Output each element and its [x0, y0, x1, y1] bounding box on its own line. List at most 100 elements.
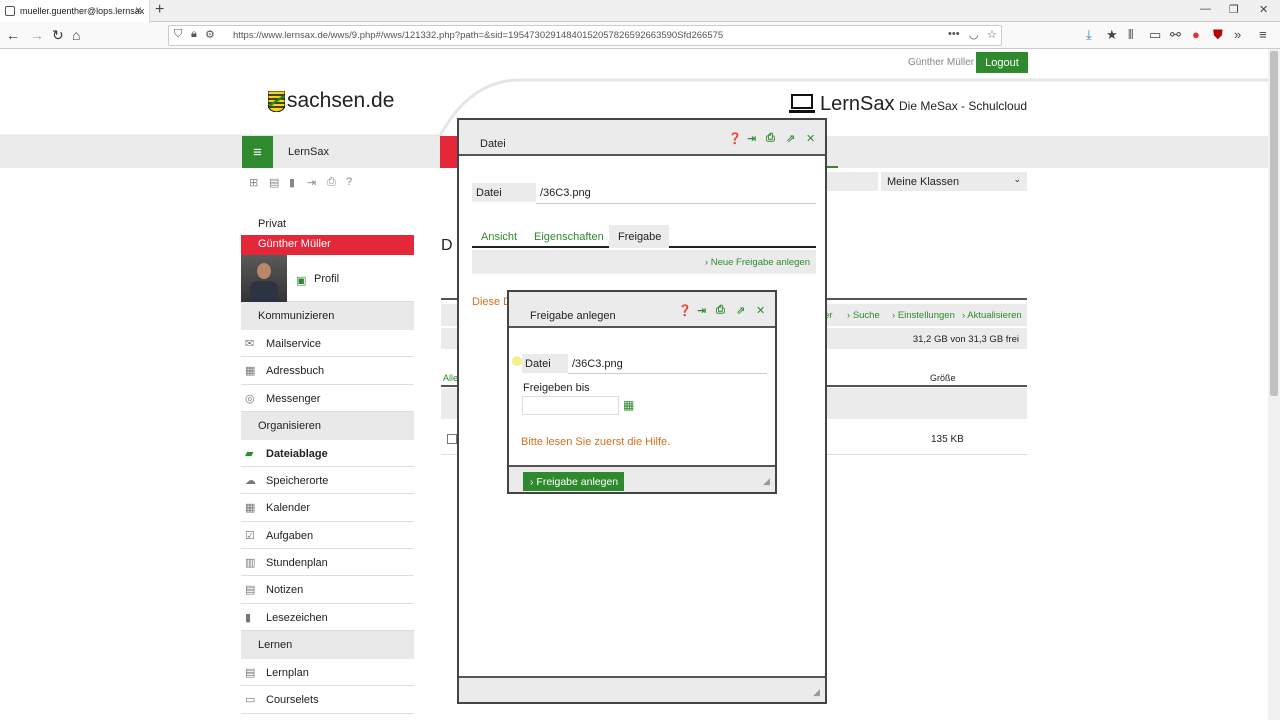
new-tab-icon[interactable]: +	[155, 1, 164, 19]
addon-icon[interactable]: ●	[1192, 27, 1200, 42]
share-dialog-header: Freigabe anlegen ❓ ⇥ ⎙ ⇗ ✕	[509, 292, 775, 328]
sidebar-item-label: Notizen	[266, 584, 304, 597]
library-icon[interactable]: ⫴	[1128, 27, 1133, 43]
permissions-icon[interactable]: ⚙	[205, 28, 215, 41]
print-icon[interactable]: ⎙	[327, 176, 336, 189]
courselets-icon: ▭	[245, 694, 256, 707]
sidebar-user[interactable]: Günther Müller	[241, 235, 414, 255]
select-all-link[interactable]: Alle	[443, 373, 458, 383]
sidebar-item-stundenplan[interactable]: ▥ Stundenplan	[241, 549, 414, 577]
window-close-icon[interactable]: ✕	[1259, 3, 1268, 16]
sidebar-item-profile[interactable]: Profil	[314, 273, 339, 285]
overflow-icon[interactable]: »	[1234, 27, 1241, 42]
sidebar-item-addressbook[interactable]: ▦ Adressbuch	[241, 357, 414, 385]
export-icon[interactable]: ⇥	[747, 132, 756, 145]
forward-icon[interactable]: →	[30, 27, 44, 43]
popout-icon[interactable]: ⇗	[786, 132, 795, 145]
lernsax-brand[interactable]: LernSax	[820, 93, 895, 116]
hamburger-menu-icon[interactable]: ≡	[242, 136, 273, 168]
lock-icon[interactable]: 🔒︎	[191, 28, 197, 41]
create-share-button[interactable]: › Freigabe anlegen	[523, 472, 624, 491]
refresh-link[interactable]: › Aktualisieren	[962, 310, 1022, 321]
resize-grip-icon[interactable]: ◢	[763, 476, 770, 487]
export-icon[interactable]: ⇥	[697, 304, 706, 317]
file-path: /36C3.png	[572, 358, 623, 370]
sidebar-item-label: Dateiablage	[266, 447, 328, 460]
sidebar-item-lesezeichen[interactable]: ▮ Lesezeichen	[241, 604, 414, 631]
notes-tool-icon[interactable]: ▤	[269, 176, 279, 189]
ublock-icon[interactable]: ⛊	[1213, 27, 1223, 43]
shield-icon[interactable]: ⛉	[174, 28, 182, 41]
sidebar-item-messenger[interactable]: ◎ Messenger	[241, 385, 414, 412]
calendar-icon[interactable]: ▦	[623, 398, 634, 412]
pocket-icon[interactable]: ◡	[969, 28, 979, 41]
print-icon[interactable]: ⎙	[716, 304, 725, 317]
nav-red-tab[interactable]	[440, 136, 458, 168]
menu-icon[interactable]: ≡	[1259, 27, 1267, 42]
tab-freigabe[interactable]: Freigabe	[609, 225, 669, 248]
containers-icon[interactable]: ⚯	[1170, 27, 1181, 43]
sidebar-heading-private: Privat	[258, 218, 287, 230]
back-icon[interactable]: ←	[6, 27, 20, 43]
sidebar-item-courselets[interactable]: ▭ Courselets	[241, 686, 414, 714]
sachsen-logo-text[interactable]: sachsen.de	[287, 89, 394, 113]
home-icon[interactable]: ⌂	[72, 27, 80, 43]
laptop-icon	[789, 94, 815, 113]
sidebar: Privat Günther Müller ▣ Profil Kommunizi…	[241, 215, 414, 714]
notice-text: Diese D	[472, 296, 512, 308]
scrollbar-thumb[interactable]	[1270, 51, 1278, 396]
browser-tabbar: mueller.guenther@lops.lernsax × + — ❐ ✕	[0, 0, 1280, 22]
url-bar[interactable]: ⛉ 🔒︎ ⚙ https://www.lernsax.de/wws/9.php#…	[168, 25, 1002, 46]
popout-icon[interactable]: ⇗	[736, 304, 745, 317]
bookmark-star-icon[interactable]: ☆	[987, 28, 997, 41]
logout-button[interactable]: Logout	[976, 52, 1028, 73]
sidebar-item-label: Lesezeichen	[266, 611, 328, 624]
sidebar-item-speicherorte[interactable]: ☁ Speicherorte	[241, 467, 414, 495]
share-until-date-input[interactable]	[522, 396, 619, 415]
download-icon[interactable]: ⤓	[1086, 27, 1092, 43]
resize-grip-icon[interactable]: ◢	[813, 687, 820, 698]
timetable-icon: ▥	[245, 557, 256, 570]
class-select[interactable]: Meine Klassen ⌄	[881, 172, 1027, 191]
sidebar-item-notizen[interactable]: ▤ Notizen	[241, 576, 414, 604]
header-user-name[interactable]: Günther Müller	[908, 57, 974, 68]
tab-ansicht[interactable]: Ansicht	[472, 225, 524, 248]
page-actions-icon[interactable]: •••	[948, 28, 960, 40]
restore-icon[interactable]: ❐	[1229, 3, 1239, 16]
size-column-header[interactable]: Größe	[930, 373, 956, 383]
sidebar-item-lernplan[interactable]: ▤ Lernplan	[241, 659, 414, 687]
new-share-link[interactable]: › Neue Freigabe anlegen	[705, 257, 810, 268]
context-select[interactable]	[826, 172, 878, 191]
addressbook-icon: ▦	[245, 365, 256, 378]
reload-icon[interactable]: ↻	[52, 27, 64, 44]
help-icon[interactable]: ❓	[728, 132, 742, 145]
page-title: D	[441, 237, 453, 254]
browser-tab[interactable]: mueller.guenther@lops.lernsax ×	[0, 0, 150, 22]
sidebar-item-kalender[interactable]: ▦ Kalender	[241, 494, 414, 522]
sidebar-item-dateiablage[interactable]: ▰ Dateiablage	[241, 440, 414, 468]
bookmark-tool-icon[interactable]: ▮	[289, 176, 295, 189]
close-icon[interactable]: ✕	[806, 132, 815, 145]
export-icon[interactable]: ⇥	[307, 176, 316, 189]
settings-link[interactable]: › Einstellungen	[892, 310, 955, 321]
file-label: Datei	[472, 183, 536, 202]
avatar[interactable]	[241, 255, 287, 302]
row-checkbox[interactable]	[447, 434, 457, 444]
bookmarks-star-icon[interactable]: ★	[1106, 27, 1118, 43]
minimize-icon[interactable]: —	[1200, 3, 1211, 15]
sidebar-item-label: Lernplan	[266, 666, 309, 679]
sidebar-profile[interactable]: ▣ Profil	[241, 255, 414, 302]
file-dialog-header: Datei ❓ ⇥ ⎙ ⇗ ✕	[459, 120, 825, 156]
help-icon[interactable]: ❓	[678, 304, 692, 317]
sitemap-icon[interactable]: ⊞	[249, 176, 258, 189]
sidebar-item-aufgaben[interactable]: ☑ Aufgaben	[241, 522, 414, 550]
sidebar-icon[interactable]: ▭	[1149, 27, 1161, 43]
help-icon[interactable]: ?	[346, 176, 352, 188]
close-icon[interactable]: ✕	[756, 304, 765, 317]
print-icon[interactable]: ⎙	[766, 132, 775, 145]
search-link[interactable]: › Suche	[847, 310, 880, 321]
sidebar-item-mailservice[interactable]: ✉ Mailservice	[241, 330, 414, 358]
tab-eigenschaften[interactable]: Eigenschaften	[525, 225, 609, 248]
page-scrollbar[interactable]	[1268, 49, 1280, 720]
close-tab-icon[interactable]: ×	[135, 3, 142, 17]
